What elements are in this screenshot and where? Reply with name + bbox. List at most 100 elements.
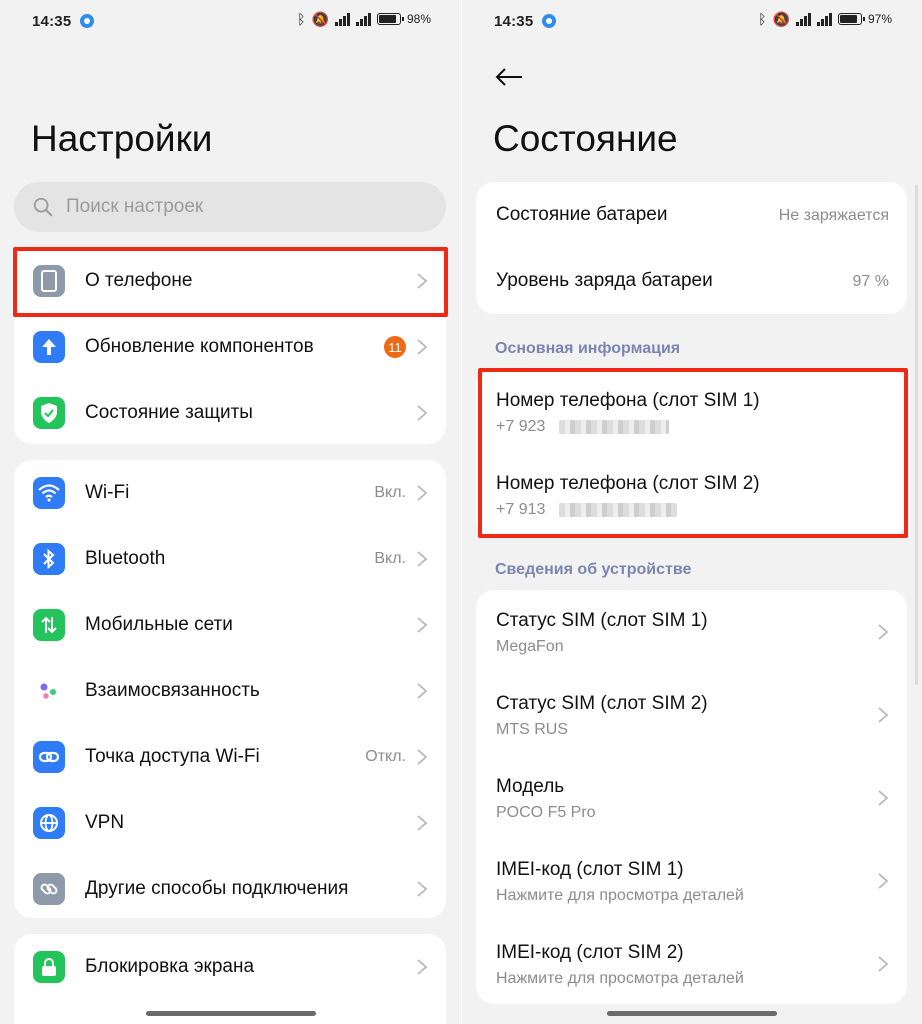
status-icons: ᛒ 🔕 98% xyxy=(297,12,431,26)
settings-item-mobile-networks[interactable]: Мобильные сети xyxy=(14,592,446,658)
chevron-right-icon xyxy=(878,790,889,806)
sim1-status-row[interactable]: Статус SIM (слот SIM 1) MegaFon xyxy=(476,590,907,673)
search-icon xyxy=(33,197,53,217)
settings-item-hotspot[interactable]: Точка доступа Wi-Fi Откл. xyxy=(14,724,446,790)
bluetooth-status-icon: ᛒ xyxy=(758,11,767,27)
chevron-right-icon xyxy=(417,339,428,355)
settings-item-wifi[interactable]: Wi-Fi Вкл. xyxy=(14,460,446,526)
battery-state-value: Не заряжается xyxy=(778,207,889,224)
status-icons: ᛒ 🔕 97% xyxy=(758,12,892,26)
search-placeholder: Поиск настроек xyxy=(66,196,204,217)
chevron-right-icon xyxy=(878,873,889,889)
chevron-right-icon xyxy=(417,749,428,765)
phone-number-label: Номер телефона (слот SIM 2) xyxy=(496,473,760,494)
hotspot-icon xyxy=(33,741,65,773)
settings-item-label: Обновление компонентов xyxy=(85,336,314,357)
settings-item-label: Bluetooth xyxy=(85,548,166,569)
imei2-row[interactable]: IMEI-код (слот SIM 2) Нажмите для просмо… xyxy=(476,922,907,1005)
battery-percent: 98% xyxy=(406,12,431,26)
settings-item-label: Взаимосвязанность xyxy=(85,680,260,701)
shield-icon xyxy=(33,397,65,429)
signal-icon xyxy=(816,12,832,26)
clock: 14:35 xyxy=(32,13,72,30)
phone-icon xyxy=(33,265,65,297)
chevron-right-icon xyxy=(417,815,428,831)
device-item-sub: MTS RUS xyxy=(496,721,568,738)
status-bar: 14:35 ᛒ 🔕 97% xyxy=(462,0,922,44)
device-info-card: Статус SIM (слот SIM 1) MegaFon Статус S… xyxy=(476,590,907,1004)
phone-number-value: +7 913 xyxy=(496,501,678,519)
status-bar: 14:35 ᛒ 🔕 98% xyxy=(0,0,461,44)
settings-group-connections: Wi-Fi Вкл. Bluetooth Вкл. Мобильные сети… xyxy=(14,460,446,918)
interconnect-icon xyxy=(33,675,65,707)
device-item-sub: POCO F5 Pro xyxy=(496,804,596,821)
search-input[interactable]: Поиск настроек xyxy=(14,182,446,232)
settings-item-label: Состояние защиты xyxy=(85,402,253,423)
bluetooth-status-icon: ᛒ xyxy=(297,11,306,27)
chevron-right-icon xyxy=(417,273,428,289)
settings-item-label: Другие способы подключения xyxy=(85,878,349,899)
wifi-icon xyxy=(33,477,65,509)
signal-icon xyxy=(355,12,371,26)
chevron-right-icon xyxy=(417,959,428,975)
settings-item-other-connections[interactable]: Другие способы подключения xyxy=(14,856,446,922)
settings-item-label: Блокировка экрана xyxy=(85,956,255,977)
settings-item-security-status[interactable]: Состояние защиты xyxy=(14,380,446,446)
settings-item-interconnectivity[interactable]: Взаимосвязанность xyxy=(14,658,446,724)
settings-item-lock-screen[interactable]: Блокировка экрана xyxy=(14,934,446,1000)
chevron-right-icon xyxy=(417,551,428,567)
settings-item-bluetooth[interactable]: Bluetooth Вкл. xyxy=(14,526,446,592)
sim2-status-row[interactable]: Статус SIM (слот SIM 2) MTS RUS xyxy=(476,673,907,756)
phone-number-value: +7 923 xyxy=(496,418,670,436)
location-icon xyxy=(80,14,94,28)
battery-percent: 97% xyxy=(867,12,892,26)
redacted-digits xyxy=(559,502,678,517)
settings-item-about-phone[interactable]: О телефоне xyxy=(14,248,446,314)
settings-item-label: Мобильные сети xyxy=(85,614,233,635)
settings-item-vpn[interactable]: VPN xyxy=(14,790,446,856)
battery-level-value: 97 % xyxy=(852,273,889,290)
signal-4g-icon xyxy=(795,12,811,26)
update-arrow-icon xyxy=(33,331,65,363)
status-screen: 14:35 ᛒ 🔕 97% Состояние Состояние батаре… xyxy=(461,0,922,1024)
model-row[interactable]: Модель POCO F5 Pro xyxy=(476,756,907,839)
back-arrow-icon[interactable] xyxy=(494,62,524,92)
imei1-row[interactable]: IMEI-код (слот SIM 1) Нажмите для просмо… xyxy=(476,839,907,922)
scrollbar[interactable] xyxy=(915,185,918,685)
location-icon xyxy=(542,14,556,28)
page-title: Настройки xyxy=(31,118,213,159)
phone-number-sim2-row: Номер телефона (слот SIM 2) +7 913 xyxy=(476,453,907,536)
settings-item-value: Откл. xyxy=(365,748,406,765)
settings-item-value: Вкл. xyxy=(374,484,406,501)
device-item-label: Модель xyxy=(496,776,565,797)
bluetooth-icon xyxy=(33,543,65,575)
device-item-label: IMEI-код (слот SIM 1) xyxy=(496,859,684,880)
device-item-label: Статус SIM (слот SIM 2) xyxy=(496,693,708,714)
home-indicator[interactable] xyxy=(607,1011,777,1016)
mute-icon: 🔕 xyxy=(772,11,790,27)
battery-state-label: Состояние батареи xyxy=(496,204,668,225)
home-indicator[interactable] xyxy=(145,1011,316,1016)
device-item-label: IMEI-код (слот SIM 2) xyxy=(496,942,684,963)
device-item-sub: Нажмите для просмотра деталей xyxy=(496,887,744,904)
settings-item-updates[interactable]: Обновление компонентов 11 xyxy=(14,314,446,380)
lock-icon xyxy=(33,951,65,983)
globe-icon xyxy=(33,807,65,839)
phone-number-label: Номер телефона (слот SIM 1) xyxy=(496,390,760,411)
section-basic-info: Основная информация xyxy=(495,340,681,357)
link-icon xyxy=(33,873,65,905)
phone-numbers-card: Номер телефона (слот SIM 1) +7 923 Номер… xyxy=(476,370,907,536)
settings-group-device: О телефоне Обновление компонентов 11 Сос… xyxy=(14,248,446,444)
chevron-right-icon xyxy=(417,881,428,897)
settings-item-label: VPN xyxy=(85,812,125,833)
battery-icon xyxy=(376,13,404,25)
chevron-right-icon xyxy=(417,405,428,421)
chevron-right-icon xyxy=(417,485,428,501)
battery-card: Состояние батареи Не заряжается Уровень … xyxy=(476,182,907,314)
device-item-sub: Нажмите для просмотра деталей xyxy=(496,970,744,987)
phone-number-sim1-row: Номер телефона (слот SIM 1) +7 923 xyxy=(476,370,907,453)
clock: 14:35 xyxy=(494,13,534,30)
battery-state-row: Состояние батареи Не заряжается xyxy=(476,182,907,248)
battery-level-label: Уровень заряда батареи xyxy=(496,270,713,291)
chevron-right-icon xyxy=(417,617,428,633)
